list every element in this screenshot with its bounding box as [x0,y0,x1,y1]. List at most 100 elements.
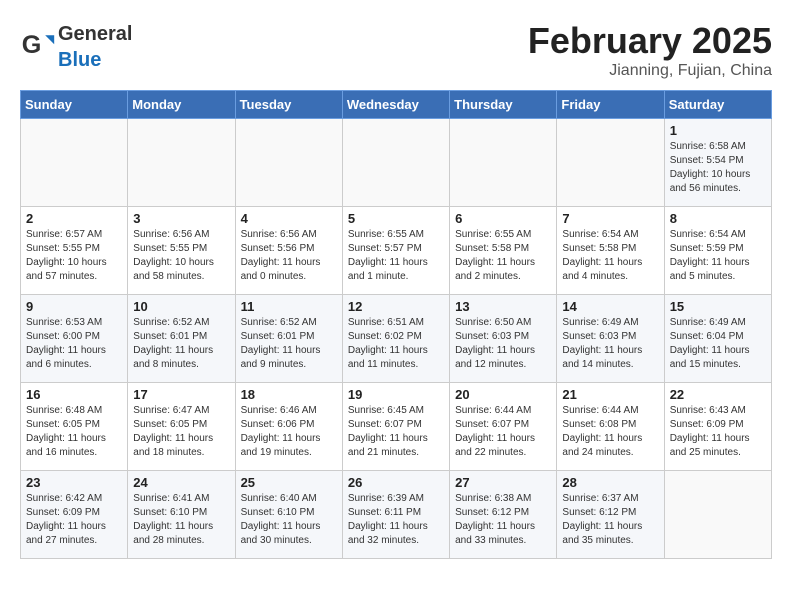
cell-info: Sunrise: 6:44 AMSunset: 6:07 PMDaylight:… [455,404,551,460]
calendar-cell: 1 Sunrise: 6:58 AMSunset: 5:54 PMDaylight… [664,119,771,207]
calendar-cell: 17 Sunrise: 6:47 AMSunset: 6:05 PMDayligh… [128,383,235,471]
calendar-cell: 13 Sunrise: 6:50 AMSunset: 6:03 PMDayligh… [450,295,557,383]
cell-info: Sunrise: 6:52 AMSunset: 6:01 PMDaylight:… [241,316,337,372]
calendar-cell: 15 Sunrise: 6:49 AMSunset: 6:04 PMDayligh… [664,295,771,383]
calendar-cell [342,119,449,207]
cell-info: Sunrise: 6:45 AMSunset: 6:07 PMDaylight:… [348,404,444,460]
cell-info: Sunrise: 6:49 AMSunset: 6:03 PMDaylight:… [562,316,658,372]
cell-info: Sunrise: 6:49 AMSunset: 6:04 PMDaylight:… [670,316,766,372]
cell-info: Sunrise: 6:47 AMSunset: 6:05 PMDaylight:… [133,404,229,460]
day-number: 19 [348,387,444,402]
calendar-cell: 10 Sunrise: 6:52 AMSunset: 6:01 PMDayligh… [128,295,235,383]
cell-info: Sunrise: 6:52 AMSunset: 6:01 PMDaylight:… [133,316,229,372]
month-title: February 2025 [528,20,772,62]
day-number: 11 [241,299,337,314]
calendar-cell: 24 Sunrise: 6:41 AMSunset: 6:10 PMDayligh… [128,471,235,559]
week-row-1: 1 Sunrise: 6:58 AMSunset: 5:54 PMDaylight… [21,119,772,207]
calendar-cell: 5 Sunrise: 6:55 AMSunset: 5:57 PMDaylight… [342,207,449,295]
cell-info: Sunrise: 6:43 AMSunset: 6:09 PMDaylight:… [670,404,766,460]
cell-info: Sunrise: 6:40 AMSunset: 6:10 PMDaylight:… [241,492,337,548]
col-header-friday: Friday [557,91,664,119]
day-number: 7 [562,211,658,226]
calendar-cell: 22 Sunrise: 6:43 AMSunset: 6:09 PMDayligh… [664,383,771,471]
cell-info: Sunrise: 6:51 AMSunset: 6:02 PMDaylight:… [348,316,444,372]
day-number: 21 [562,387,658,402]
cell-info: Sunrise: 6:56 AMSunset: 5:55 PMDaylight:… [133,228,229,284]
logo-icon: G [20,28,56,64]
col-header-monday: Monday [128,91,235,119]
location: Jianning, Fujian, China [528,62,772,80]
day-number: 15 [670,299,766,314]
calendar-cell: 9Sunrise: 6:53 AMSunset: 6:00 PMDaylight… [21,295,128,383]
logo: G General Blue [20,20,132,72]
page-header: G General Blue February 2025 Jianning, F… [20,20,772,80]
day-number: 6 [455,211,551,226]
day-number: 12 [348,299,444,314]
cell-info: Sunrise: 6:42 AMSunset: 6:09 PMDaylight:… [26,492,122,548]
day-number: 8 [670,211,766,226]
calendar-cell: 11 Sunrise: 6:52 AMSunset: 6:01 PMDayligh… [235,295,342,383]
cell-info: Sunrise: 6:58 AMSunset: 5:54 PMDaylight:… [670,140,766,196]
svg-text:G: G [22,31,42,59]
day-number: 23 [26,475,122,490]
day-number: 17 [133,387,229,402]
cell-info: Sunrise: 6:37 AMSunset: 6:12 PMDaylight:… [562,492,658,548]
calendar-cell: 4 Sunrise: 6:56 AMSunset: 5:56 PMDaylight… [235,207,342,295]
day-number: 2 [26,211,122,226]
day-number: 28 [562,475,658,490]
header-row: SundayMondayTuesdayWednesdayThursdayFrid… [21,91,772,119]
col-header-thursday: Thursday [450,91,557,119]
week-row-2: 2 Sunrise: 6:57 AMSunset: 5:55 PMDaylight… [21,207,772,295]
calendar-cell: 28 Sunrise: 6:37 AMSunset: 6:12 PMDayligh… [557,471,664,559]
day-number: 9 [26,299,122,314]
col-header-tuesday: Tuesday [235,91,342,119]
calendar-cell: 20 Sunrise: 6:44 AMSunset: 6:07 PMDayligh… [450,383,557,471]
day-number: 5 [348,211,444,226]
calendar-cell: 14 Sunrise: 6:49 AMSunset: 6:03 PMDayligh… [557,295,664,383]
calendar-cell: 19 Sunrise: 6:45 AMSunset: 6:07 PMDayligh… [342,383,449,471]
day-number: 4 [241,211,337,226]
cell-info: Sunrise: 6:55 AMSunset: 5:58 PMDaylight:… [455,228,551,284]
cell-info: Sunrise: 6:38 AMSunset: 6:12 PMDaylight:… [455,492,551,548]
day-number: 27 [455,475,551,490]
week-row-3: 9Sunrise: 6:53 AMSunset: 6:00 PMDaylight… [21,295,772,383]
col-header-wednesday: Wednesday [342,91,449,119]
cell-info: Sunrise: 6:39 AMSunset: 6:11 PMDaylight:… [348,492,444,548]
cell-info: Sunrise: 6:54 AMSunset: 5:58 PMDaylight:… [562,228,658,284]
cell-info: Sunrise: 6:46 AMSunset: 6:06 PMDaylight:… [241,404,337,460]
calendar-cell: 3Sunrise: 6:56 AMSunset: 5:55 PMDaylight… [128,207,235,295]
logo-general: General [58,23,132,45]
calendar-table: SundayMondayTuesdayWednesdayThursdayFrid… [20,90,772,559]
cell-info: Sunrise: 6:44 AMSunset: 6:08 PMDaylight:… [562,404,658,460]
calendar-cell: 18 Sunrise: 6:46 AMSunset: 6:06 PMDayligh… [235,383,342,471]
calendar-cell [21,119,128,207]
calendar-cell [128,119,235,207]
day-number: 20 [455,387,551,402]
calendar-cell [450,119,557,207]
col-header-saturday: Saturday [664,91,771,119]
week-row-5: 23 Sunrise: 6:42 AMSunset: 6:09 PMDayligh… [21,471,772,559]
day-number: 24 [133,475,229,490]
cell-info: Sunrise: 6:56 AMSunset: 5:56 PMDaylight:… [241,228,337,284]
cell-info: Sunrise: 6:55 AMSunset: 5:57 PMDaylight:… [348,228,444,284]
calendar-cell [664,471,771,559]
calendar-cell [557,119,664,207]
calendar-cell: 12 Sunrise: 6:51 AMSunset: 6:02 PMDayligh… [342,295,449,383]
calendar-cell: 25Sunrise: 6:40 AMSunset: 6:10 PMDayligh… [235,471,342,559]
calendar-cell: 8 Sunrise: 6:54 AMSunset: 5:59 PMDaylight… [664,207,771,295]
title-block: February 2025 Jianning, Fujian, China [528,20,772,80]
cell-info: Sunrise: 6:48 AMSunset: 6:05 PMDaylight:… [26,404,122,460]
day-number: 10 [133,299,229,314]
day-number: 1 [670,123,766,138]
calendar-cell: 16Sunrise: 6:48 AMSunset: 6:05 PMDayligh… [21,383,128,471]
cell-info: Sunrise: 6:41 AMSunset: 6:10 PMDaylight:… [133,492,229,548]
day-number: 22 [670,387,766,402]
cell-info: Sunrise: 6:54 AMSunset: 5:59 PMDaylight:… [670,228,766,284]
day-number: 13 [455,299,551,314]
day-number: 18 [241,387,337,402]
calendar-cell: 27 Sunrise: 6:38 AMSunset: 6:12 PMDayligh… [450,471,557,559]
calendar-cell [235,119,342,207]
cell-info: Sunrise: 6:50 AMSunset: 6:03 PMDaylight:… [455,316,551,372]
cell-info: Sunrise: 6:57 AMSunset: 5:55 PMDaylight:… [26,228,122,284]
day-number: 14 [562,299,658,314]
